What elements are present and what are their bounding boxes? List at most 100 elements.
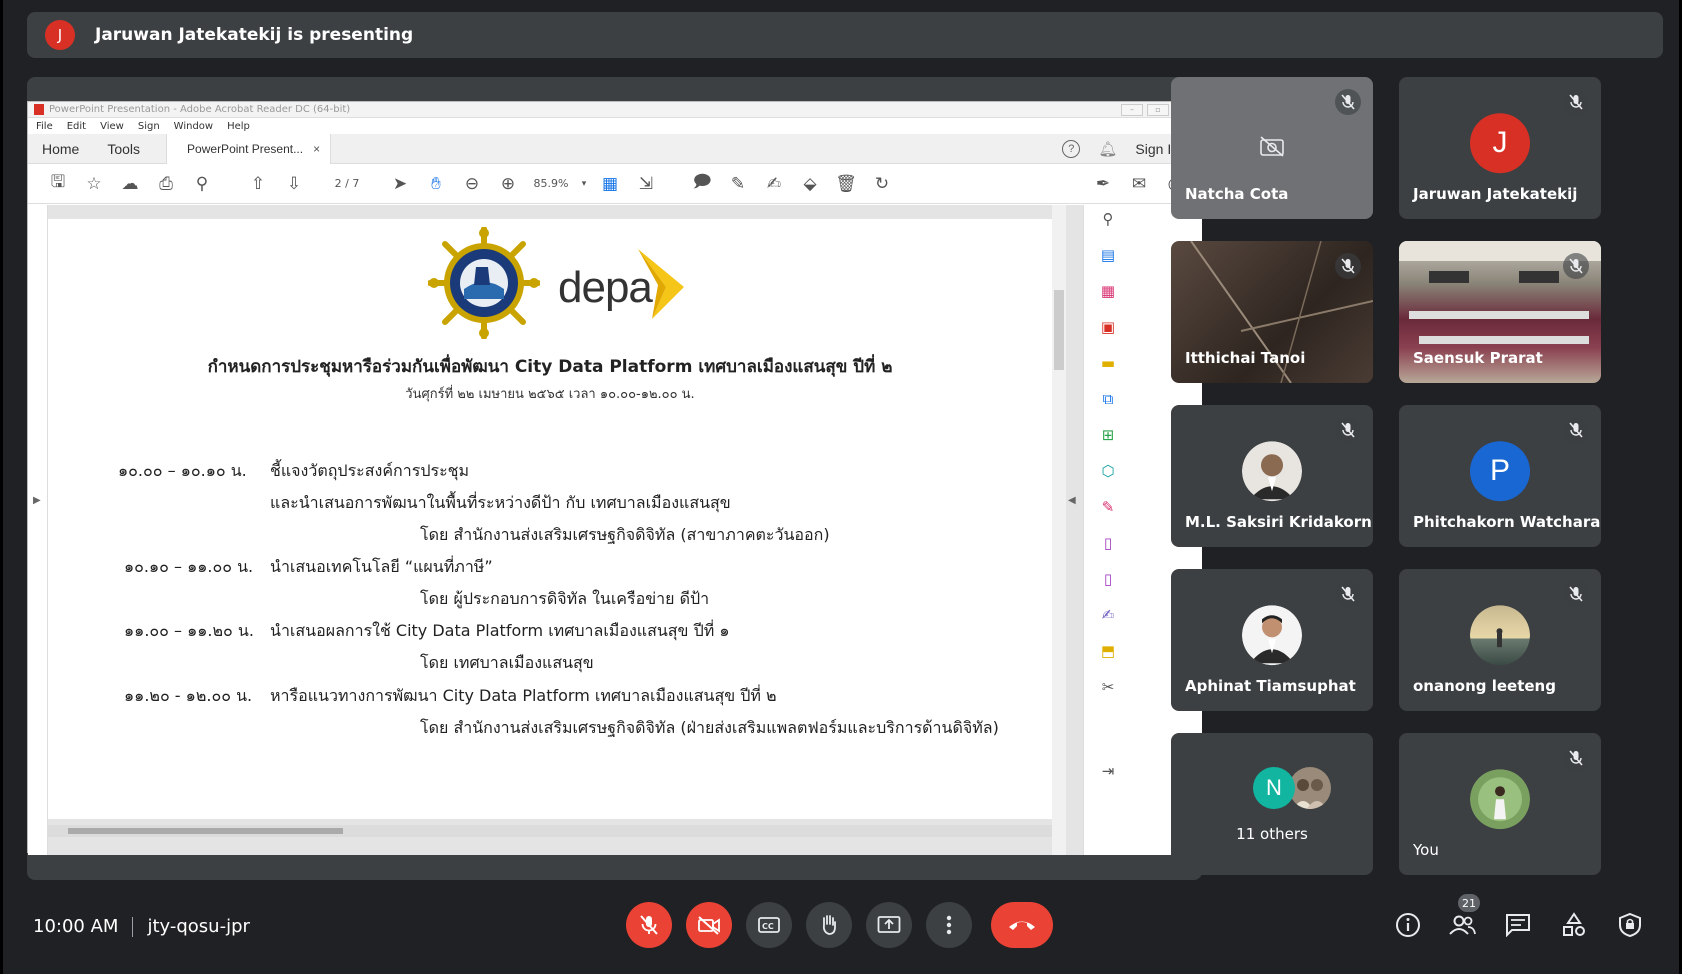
horizontal-scrollbar[interactable]	[48, 825, 1052, 837]
zoom-level[interactable]: 85.9%	[526, 177, 576, 190]
menu-view[interactable]: View	[100, 121, 124, 132]
meeting-details-button[interactable]	[1393, 910, 1423, 940]
activities-button[interactable]	[1559, 910, 1589, 940]
chat-button[interactable]	[1503, 910, 1533, 940]
agenda-text: นำเสนอผลการใช้ City Data Platform เทศบาล…	[270, 621, 730, 640]
more-options-button[interactable]	[926, 902, 972, 948]
zoom-dropdown-icon[interactable]: ▾	[576, 179, 592, 189]
presenting-text: Jaruwan Jatekatekij is presenting	[95, 25, 414, 45]
participant-avatar: P	[1470, 441, 1530, 502]
help-icon[interactable]: ?	[1062, 139, 1081, 158]
participant-tile[interactable]: onanong leeteng	[1399, 569, 1601, 711]
bell-icon[interactable]: 🔔︎	[1098, 140, 1117, 158]
participant-tile[interactable]: Aphinat Tiamsuphat	[1171, 569, 1373, 711]
hand-icon	[822, 915, 836, 935]
collapse-pane-icon[interactable]: ⇥	[1098, 761, 1118, 781]
delete-icon[interactable]: 🗑︎	[828, 174, 864, 194]
leave-call-button[interactable]	[991, 902, 1053, 948]
scroll-mode-icon[interactable]: ⇲	[628, 174, 664, 194]
present-now-button[interactable]	[866, 902, 912, 948]
camera-off-icon	[1260, 136, 1284, 157]
self-tile[interactable]: You	[1399, 733, 1601, 875]
previous-page-icon[interactable]: ⇧	[240, 174, 276, 194]
participant-name: Itthichai Tanoi	[1185, 349, 1306, 367]
print-icon[interactable]: ⎙	[148, 174, 184, 194]
horizontal-scroll-thumb[interactable]	[68, 828, 343, 834]
combine-files-icon[interactable]: ⧉	[1098, 389, 1118, 409]
pdf-page: depa กำหนดการประชุมหารือร่วมกันเพื่อพัฒน…	[48, 219, 1052, 819]
page-fit-icon[interactable]: ▦	[592, 174, 628, 194]
protect-icon[interactable]: ▯	[1098, 533, 1118, 553]
captions-button[interactable]: CC	[746, 902, 792, 948]
select-cursor-icon[interactable]: ➤	[382, 174, 418, 194]
people-button[interactable]	[1447, 910, 1477, 940]
participant-tile[interactable]: Natcha Cota	[1171, 77, 1373, 219]
create-pdf-icon[interactable]: ▤	[1098, 245, 1118, 265]
participant-tile[interactable]: Itthichai Tanoi	[1171, 241, 1373, 383]
email-icon[interactable]: ✉	[1121, 174, 1157, 194]
search-icon[interactable]: ⚲	[184, 174, 220, 194]
next-page-icon[interactable]: ⇩	[276, 174, 312, 194]
sign-tool-icon[interactable]: ✍︎	[1098, 605, 1118, 625]
compress-icon[interactable]: ⊞	[1098, 425, 1118, 445]
camera-toggle-button[interactable]	[686, 902, 732, 948]
zoom-in-icon[interactable]: ⊕	[490, 174, 526, 194]
hand-tool-icon[interactable]: ✋︎	[418, 174, 454, 194]
menu-sign[interactable]: Sign	[138, 121, 160, 132]
draw-icon[interactable]: ✍︎	[756, 174, 792, 194]
tab-document[interactable]: PowerPoint Present... ×	[166, 133, 332, 164]
maximize-button[interactable]: ▫	[1147, 103, 1169, 116]
vertical-scrollbar[interactable]	[1052, 205, 1066, 855]
zoom-out-icon[interactable]: ⊖	[454, 174, 490, 194]
participant-name: Saensuk Prarat	[1413, 349, 1543, 367]
meeting-code[interactable]: jty-qosu-jpr	[147, 916, 249, 937]
acrobat-menubar: File Edit View Sign Window Help	[28, 118, 1201, 134]
left-panel-toggle[interactable]: ▶	[28, 205, 48, 855]
minimize-button[interactable]: –	[1121, 103, 1143, 116]
measure-icon[interactable]: ⬒	[1098, 641, 1118, 661]
participant-tile[interactable]: M.L. Saksiri Kridakorn	[1171, 405, 1373, 547]
participant-tile[interactable]: P Phitchakorn Watchara...	[1399, 405, 1601, 547]
redact-icon[interactable]: ▯	[1098, 569, 1118, 589]
participant-tile[interactable]: Saensuk Prarat	[1399, 241, 1601, 383]
rotate-icon[interactable]: ↻	[864, 174, 900, 194]
participant-name: Phitchakorn Watchara...	[1413, 513, 1601, 531]
menu-window[interactable]: Window	[174, 121, 213, 132]
others-tile[interactable]: N 11 others	[1171, 733, 1373, 875]
save-icon[interactable]: 🖫	[40, 169, 76, 198]
more-tools-icon[interactable]: ✂	[1098, 677, 1118, 697]
meeting-time: 10:00 AM	[33, 916, 119, 937]
send-icon[interactable]: ⬡	[1098, 461, 1118, 481]
page-indicator[interactable]: 2 / 7	[312, 177, 382, 190]
organize-pages-icon[interactable]: ▦	[1098, 281, 1118, 301]
mic-off-icon	[1563, 581, 1589, 607]
fill-sign-tool-icon[interactable]: ✎	[1098, 497, 1118, 517]
agenda-list: ๑๐.๐๐ – ๑๐.๑๐ น. ชี้แจงวัตถุประสงค์การปร…	[48, 219, 1052, 819]
acrobat-app-icon	[34, 104, 44, 115]
highlight-pen-icon[interactable]: ✎	[720, 174, 756, 194]
export-pdf-icon[interactable]: ▣	[1098, 317, 1118, 337]
mic-off-icon	[1563, 745, 1589, 771]
vertical-scroll-thumb[interactable]	[1054, 290, 1064, 370]
tab-tools[interactable]: Tools	[93, 141, 154, 157]
participant-tile[interactable]: J Jaruwan Jatekatekij	[1399, 77, 1601, 219]
fill-sign-icon[interactable]: ✒	[1085, 174, 1121, 194]
mic-off-icon	[1563, 417, 1589, 443]
microphone-toggle-button[interactable]	[626, 902, 672, 948]
raise-hand-button[interactable]	[806, 902, 852, 948]
host-controls-button[interactable]	[1615, 910, 1645, 940]
expand-left-icon[interactable]: ▶	[33, 495, 41, 506]
collapse-right-icon[interactable]: ◀	[1068, 495, 1076, 506]
close-tab-icon[interactable]: ×	[313, 142, 320, 156]
menu-file[interactable]: File	[36, 121, 53, 132]
bookmark-star-icon[interactable]: ☆	[76, 174, 112, 194]
comment-icon[interactable]: 🗩︎	[684, 169, 720, 198]
comment-tool-icon[interactable]: ▬	[1098, 353, 1118, 373]
cloud-upload-icon[interactable]: ☁	[112, 174, 148, 194]
zoom-tool-icon[interactable]: ⚲	[1098, 209, 1118, 229]
stamp-icon[interactable]: ⬙	[792, 174, 828, 194]
tab-home[interactable]: Home	[28, 141, 93, 157]
menu-help[interactable]: Help	[227, 121, 250, 132]
menu-edit[interactable]: Edit	[67, 121, 86, 132]
activities-shapes-icon	[1563, 912, 1585, 936]
